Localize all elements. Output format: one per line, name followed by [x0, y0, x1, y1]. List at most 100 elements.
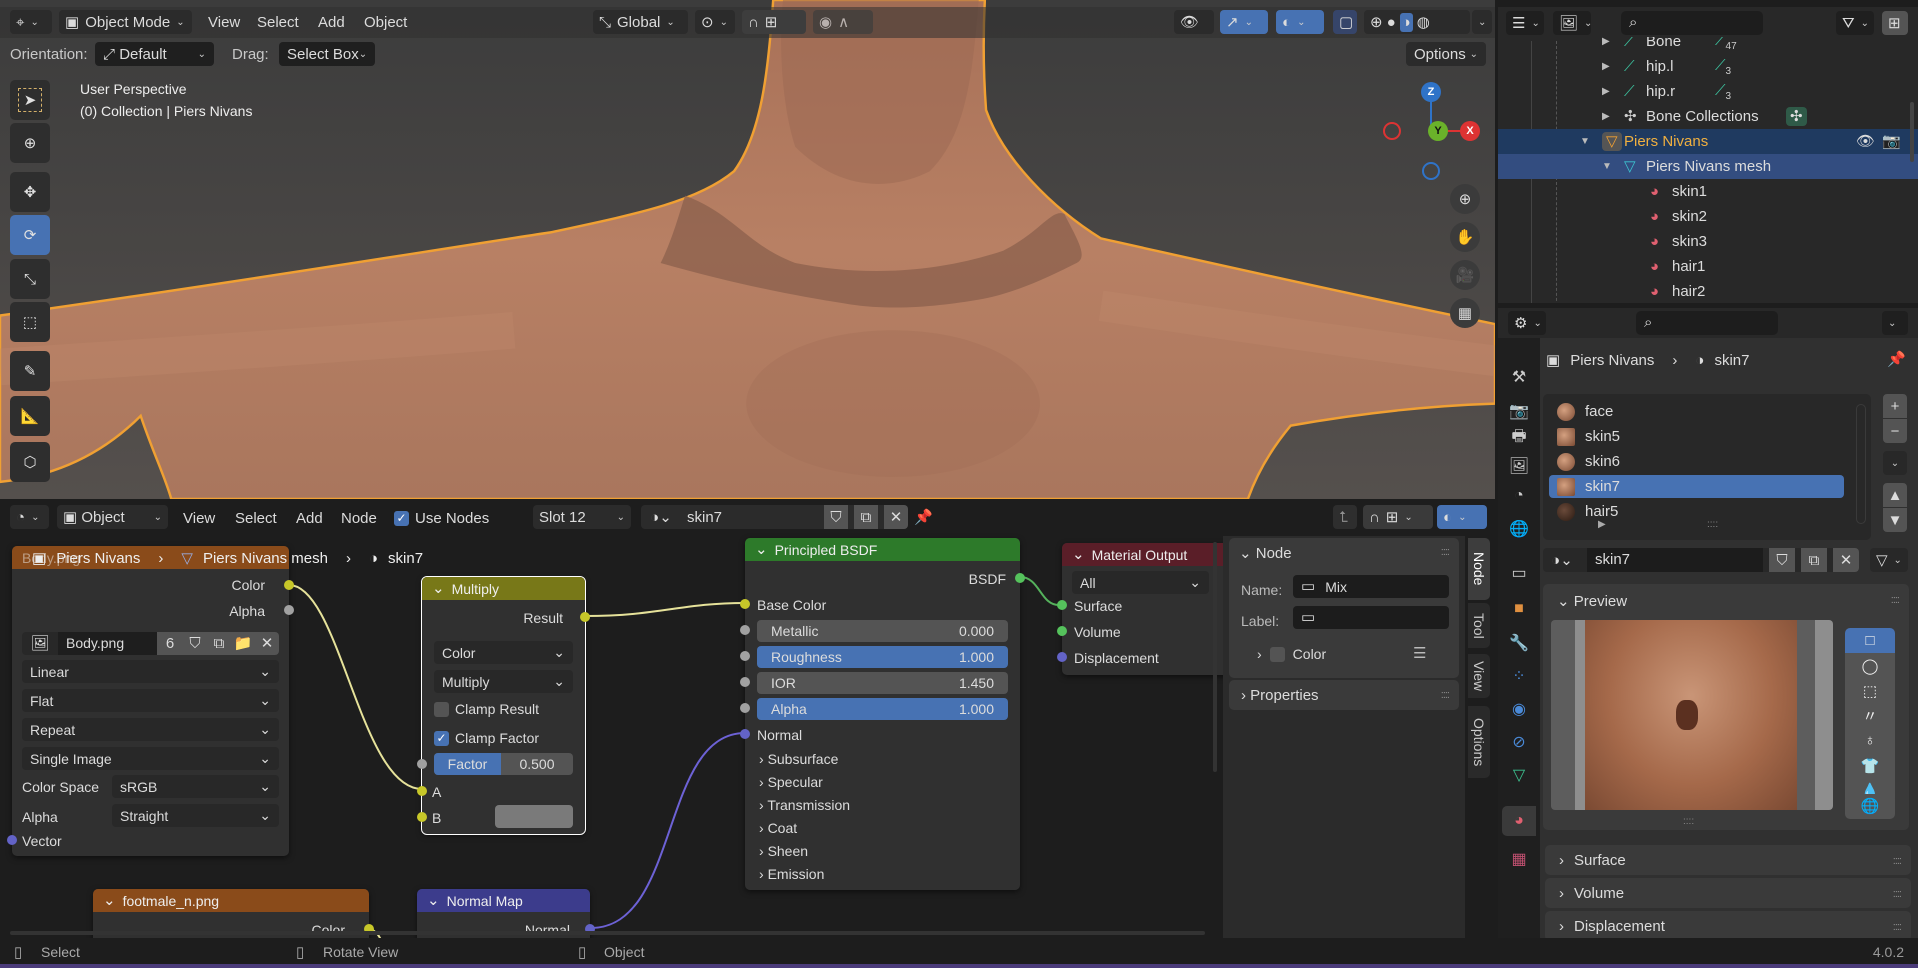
tool-scale[interactable]: ⤡ — [10, 259, 50, 299]
child-count-badge[interactable]: ⟋3 — [1715, 82, 1731, 102]
material-slot-row[interactable]: hair5 — [1549, 500, 1844, 523]
move-slot-up-button[interactable]: ▲ — [1883, 483, 1907, 507]
collapse-icon[interactable]: ⌄ — [103, 893, 116, 908]
input-surface-socket[interactable] — [1057, 600, 1067, 610]
remove-slot-button[interactable]: − — [1883, 419, 1907, 443]
wireframe-shading-icon[interactable]: ⊕ — [1370, 15, 1383, 30]
transform-orientation-dropdown[interactable]: ⤡ Global ⌄ — [593, 10, 688, 34]
input-b-socket[interactable] — [417, 812, 427, 822]
shading-modes[interactable]: ⊕ ● ◑ ◍ — [1364, 10, 1470, 34]
shading-options-dropdown[interactable]: ⌄ — [1472, 10, 1492, 34]
expand-arrow-icon[interactable]: ▶ — [1602, 111, 1610, 122]
add-slot-button[interactable]: + — [1883, 394, 1907, 418]
drag-dropdown[interactable]: Select Box ⌄ — [279, 42, 375, 66]
input-alpha-socket[interactable] — [740, 703, 750, 713]
input-ior-socket[interactable] — [740, 677, 750, 687]
ior-field[interactable]: IOR 1.450 — [757, 672, 1008, 694]
outliner-row[interactable]: ▶ ⟋ Bone ⟋47 — [1498, 37, 1918, 54]
properties-tab-tool[interactable]: ⚒ — [1506, 364, 1532, 390]
material-name-field[interactable]: skin7 — [1587, 548, 1763, 572]
tool-rotate[interactable]: ⟳ — [10, 215, 50, 255]
editor-type-button[interactable]: ⌖ ⌄ — [10, 10, 52, 34]
shader-editor[interactable]: ◔ ⌄ ▣ Object ⌄ View Select Add Node ✓ Use … — [0, 502, 1495, 938]
menu-object[interactable]: Object — [364, 14, 407, 31]
tool-transform[interactable]: ⬚ — [10, 302, 50, 342]
eye-icon[interactable]: 👁 — [1856, 134, 1875, 149]
drag-handle-icon[interactable]: :::: — [1893, 855, 1902, 867]
input-b-color-swatch[interactable] — [495, 805, 573, 828]
preview-shape-cloth[interactable]: 👕 — [1845, 753, 1895, 778]
properties-tab-modifiers[interactable]: 🔧 — [1506, 630, 1532, 656]
sidebar-tab-node[interactable]: Node — [1468, 538, 1490, 600]
image-users-count[interactable]: 6 — [157, 632, 183, 655]
material-preview-shading-icon[interactable]: ◑ — [1399, 12, 1413, 32]
gizmo-neg-z-axis[interactable] — [1422, 162, 1440, 180]
image-name-field[interactable]: Body.png — [58, 632, 157, 655]
input-metallic-socket[interactable] — [740, 625, 750, 635]
panel-sheen[interactable]: › Sheen — [759, 844, 808, 858]
mode-dropdown[interactable]: ▣ Object Mode ⌄ — [59, 10, 192, 34]
factor-slider[interactable]: Factor 0.500 — [434, 753, 573, 775]
unlink-icon[interactable]: ✕ — [1833, 548, 1859, 572]
outliner-search-input[interactable]: ⌕ — [1621, 11, 1763, 35]
preview-shape-shader-ball[interactable]: ♁ — [1845, 728, 1895, 753]
outliner[interactable]: ☰ ⌄ 🖼 ⌄ ⌕ ⛛ ⌄ ⊞ ▶ ⟋ Bone ⟋47 ▶ ⟋ hip.l ⟋3 ▶ ⟋ hip.r ⟋3… — [1498, 7, 1918, 303]
blend-mode-dropdown[interactable]: Multiply ⌄ — [434, 670, 573, 693]
outliner-row[interactable]: ◕ skin2 — [1498, 204, 1918, 229]
normal-map-node-header[interactable]: ⌄ Normal Map — [417, 889, 590, 912]
menu-view[interactable]: View — [208, 14, 240, 31]
collapse-icon[interactable]: ⌄ — [755, 542, 768, 557]
orientation-dropdown[interactable]: ⤢ Default ⌄ — [95, 42, 214, 66]
3d-viewport[interactable]: ⌖ ⌄ ▣ Object Mode ⌄ View Select Add Object … — [0, 0, 1495, 499]
material-slot-row[interactable]: skin6 — [1549, 450, 1844, 473]
tool-cursor[interactable]: ⊕ — [10, 123, 50, 163]
outliner-editor-type[interactable]: ☰ ⌄ — [1506, 11, 1544, 35]
display-mode-dropdown[interactable]: 🖼 ⌄ — [1553, 11, 1592, 35]
rendered-shading-icon[interactable]: ◍ — [1417, 15, 1430, 30]
node-label-field[interactable]: ▭ — [1293, 606, 1449, 629]
roughness-field[interactable]: Roughness 1.000 — [757, 646, 1008, 668]
data-type-dropdown[interactable]: Color ⌄ — [434, 641, 573, 664]
gizmo-x-axis[interactable]: X — [1460, 121, 1480, 141]
breadcrumb-material[interactable]: skin7 — [388, 550, 423, 567]
output-node-header[interactable]: ⌄ Material Output — [1062, 543, 1232, 566]
properties-search-input[interactable]: ⌕ — [1636, 311, 1778, 335]
properties-tab-render[interactable]: 📷 — [1506, 398, 1532, 424]
node-panel-header[interactable]: ⌄ Node — [1239, 546, 1292, 561]
gizmo-neg-x-axis[interactable] — [1383, 122, 1401, 140]
solid-shading-icon[interactable]: ● — [1387, 15, 1396, 30]
xray-toggle[interactable]: ▢ — [1333, 10, 1357, 34]
sidebar-tab-options[interactable]: Options — [1468, 706, 1490, 778]
source-dropdown[interactable]: Single Image ⌄ — [22, 747, 279, 770]
drag-handle-icon[interactable]: :::: — [1441, 546, 1450, 558]
outliner-scrollbar[interactable] — [1910, 102, 1914, 162]
properties-tab-view-layer[interactable]: 🖼 — [1506, 453, 1532, 479]
properties-tab-object[interactable]: ■ — [1506, 596, 1532, 622]
clamp-result-checkbox[interactable]: Clamp Result — [434, 701, 539, 717]
image-texture-node[interactable]: Body.png Color Alpha 🖼 Body.png 6 ⛉ ⧉ 📁 … — [7, 546, 294, 856]
selectability-dropdown[interactable]: 👁 — [1174, 10, 1214, 34]
output-alpha-socket[interactable] — [284, 605, 294, 615]
multiply-node-header[interactable]: ⌄ Multiply — [422, 577, 585, 600]
material-slot-list[interactable]: face skin5 skin6 skin7 hair5 ▶ :::: — [1543, 394, 1871, 540]
sidebar-tab-tool[interactable]: Tool — [1468, 603, 1490, 648]
outliner-row[interactable]: ▶ ✣ Bone Collections ✣ — [1498, 104, 1918, 129]
panel-coat[interactable]: › Coat — [759, 821, 797, 835]
snap-toggle[interactable]: ∩ ⊞ — [742, 10, 806, 34]
pivot-dropdown[interactable]: ⊙ ⌄ — [695, 10, 735, 34]
gizmo-y-axis[interactable]: Y — [1428, 121, 1448, 141]
interpolation-dropdown[interactable]: Linear ⌄ — [22, 660, 279, 683]
projection-dropdown[interactable]: Flat ⌄ — [22, 689, 279, 712]
input-vector-socket[interactable] — [7, 835, 17, 845]
menu-select[interactable]: Select — [257, 14, 299, 31]
tool-measure[interactable]: 📐 — [10, 396, 50, 436]
panel-emission[interactable]: › Emission — [759, 867, 824, 881]
unlink-icon[interactable]: ✕ — [255, 632, 279, 655]
input-base-color-socket[interactable] — [740, 599, 750, 609]
output-color-socket[interactable] — [284, 580, 294, 590]
collapse-icon[interactable]: ⌄ — [432, 581, 445, 596]
input-roughness-socket[interactable] — [740, 651, 750, 661]
link-mode-dropdown[interactable]: ▽ ⌄ — [1870, 548, 1908, 572]
preview-world-toggle[interactable]: 🌐 — [1845, 794, 1895, 819]
preview-shape-cube[interactable]: ⬚ — [1845, 678, 1895, 703]
